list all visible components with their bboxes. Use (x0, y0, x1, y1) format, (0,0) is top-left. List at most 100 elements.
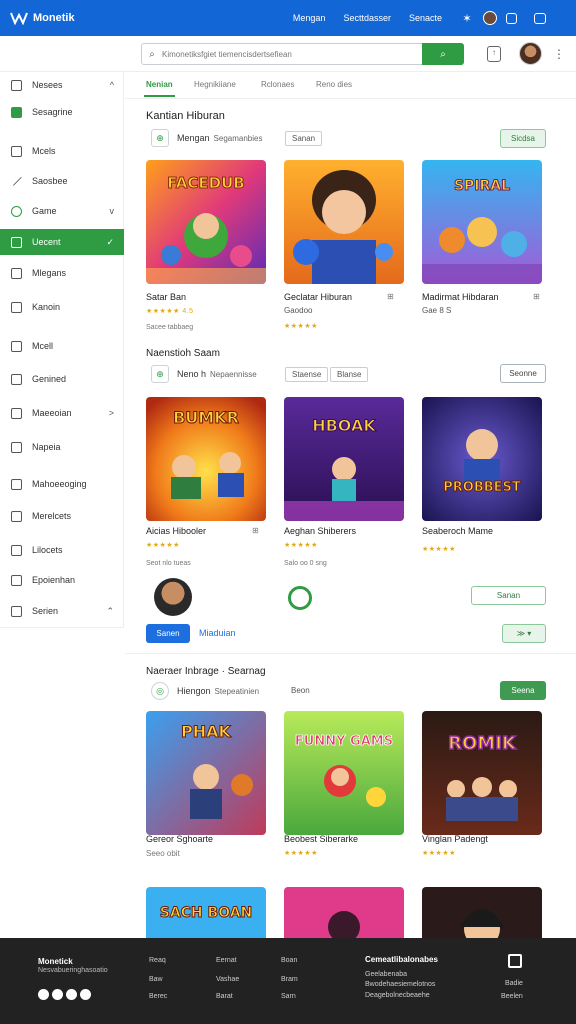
sidebar-item-14[interactable]: Merelcets (0, 503, 124, 529)
bookmark-icon[interactable]: ⊞ (387, 292, 394, 301)
footer-link[interactable]: Reaq (149, 957, 166, 964)
game-title[interactable]: Madirmat Hibdaran (422, 292, 499, 302)
creator-logo-icon[interactable] (288, 586, 312, 610)
game-card-image[interactable] (422, 887, 542, 938)
footer-link[interactable]: Bram (281, 976, 298, 983)
sidebar-item-11[interactable]: Maeeoian > (0, 400, 124, 426)
sidebar-item-game[interactable]: Game v (0, 198, 124, 224)
game-card-image[interactable] (284, 887, 404, 938)
game-card-image[interactable]: HBOAK (284, 397, 404, 521)
tab-4[interactable]: Reno dies (316, 80, 352, 89)
filter-chip[interactable]: Sanan (285, 131, 323, 146)
more-vertical-icon[interactable]: ⋮ (553, 47, 565, 61)
tab-2[interactable]: Hegnikiiane (194, 80, 236, 89)
expand-button[interactable]: ≫ ▾ (502, 624, 546, 643)
upload-icon[interactable]: ↑ (487, 46, 501, 62)
section-sub-label: Neno h (177, 369, 207, 379)
sidebar-item-12[interactable]: Napeia (0, 434, 124, 460)
game-card-image[interactable]: BUMKR (146, 397, 266, 521)
sidebar-item-9[interactable]: Mcell (0, 333, 124, 359)
game-card-image[interactable] (284, 160, 404, 284)
pencil-icon (12, 176, 22, 186)
footer-brand: Monetick (38, 957, 73, 966)
sidebar-item-13[interactable]: Mahoeeoging (0, 471, 124, 497)
game-title[interactable]: Geclatar Hiburan (284, 292, 352, 302)
game-card-image[interactable]: FACEDUB (146, 160, 266, 284)
social-icon[interactable] (80, 989, 91, 1000)
tab-1[interactable]: Nenian (144, 80, 175, 97)
logo-text: Monetik (33, 12, 75, 24)
game-card-image[interactable]: PROBBEST (422, 397, 542, 521)
footer-link[interactable]: Boan (281, 957, 297, 964)
search-box[interactable]: ⌕ Kimonetiksfgiet tiemencisdertsefiean ⌕ (141, 43, 464, 65)
footer-link[interactable]: Berec (149, 993, 167, 1000)
top-nav-item-2[interactable]: Secttdasser (343, 13, 391, 23)
logo[interactable]: Monetik (10, 11, 88, 25)
footer-link[interactable]: Barat (216, 993, 233, 1000)
sidebar-item-1[interactable]: Nesees ^ (0, 72, 124, 98)
sidebar-item-10[interactable]: Genined (0, 366, 124, 392)
game-subtitle: Gae 8 S (422, 306, 452, 315)
avatar[interactable] (519, 42, 542, 65)
footer-link[interactable]: Sarn (281, 993, 296, 1000)
sidebar-item-7[interactable]: Mlegans (0, 260, 124, 286)
sidebar-item-16[interactable]: Epoienhan (0, 567, 124, 593)
primary-action-button[interactable]: Sanen (146, 624, 190, 643)
window-icon[interactable] (534, 12, 546, 24)
sidebar-item-active[interactable]: Uecent ✓ (0, 229, 124, 255)
sidebar-item-label: Saosbee (32, 176, 68, 186)
sidebar-item-15[interactable]: Lilocets (0, 537, 124, 563)
calendar-icon[interactable] (506, 12, 517, 24)
section-action-button[interactable]: Seonne (500, 364, 546, 383)
sidebar-item-label: Game (32, 206, 57, 216)
game-title[interactable]: Aicias Hibooler (146, 526, 206, 536)
sidebar-item-8[interactable]: Kanoin (0, 294, 124, 320)
game-card-image[interactable]: SPIRAL (422, 160, 542, 284)
filter-chip[interactable]: Blanse (330, 367, 369, 382)
top-nav-item-1[interactable]: Mengan (293, 13, 326, 23)
filter-chip[interactable]: Staense (285, 367, 329, 382)
social-icon[interactable] (52, 989, 63, 1000)
social-icon[interactable] (38, 989, 49, 1000)
game-cover-7: PHAK (146, 711, 266, 835)
game-card-image[interactable]: SACH BOAN (146, 887, 266, 938)
footer-link[interactable]: Vashae (216, 976, 239, 983)
box-icon (11, 510, 22, 522)
qr-icon[interactable] (508, 954, 522, 968)
footer-link[interactable]: Baw (149, 976, 163, 983)
sidebar-item-17[interactable]: Serien ⌃ (0, 598, 124, 624)
section-action-button[interactable]: Seena (500, 681, 546, 700)
game-title[interactable]: Aeghan Shiberers (284, 526, 356, 536)
sidebar-item-2[interactable]: Sesagrine (0, 99, 124, 125)
social-icon[interactable] (66, 989, 77, 1000)
bookmark-icon[interactable]: ⊞ (252, 526, 259, 535)
game-title[interactable]: Satar Ban (146, 292, 186, 302)
search-input[interactable]: Kimonetiksfgiet tiemencisdertsefiean (162, 50, 463, 59)
star-person-icon[interactable]: ✶ (460, 11, 474, 25)
game-card-image[interactable]: FUNNY GAMS (284, 711, 404, 835)
chevron-up-icon: ⌃ (106, 605, 114, 616)
game-card-image[interactable]: ROMIK (422, 711, 542, 835)
game-title[interactable]: Gereor Sghoarte (146, 834, 213, 844)
profile-avatar-icon[interactable] (483, 11, 497, 25)
secondary-link[interactable]: Miaduian (199, 628, 236, 638)
outline-action-button[interactable]: Sanan (471, 586, 546, 605)
list-icon (11, 267, 22, 279)
creator-avatar[interactable] (154, 578, 192, 616)
game-title[interactable]: Seaberoch Mame (422, 526, 493, 536)
footer-link[interactable]: Eernat (216, 957, 237, 964)
bookmark-icon[interactable]: ⊞ (533, 292, 540, 301)
game-title[interactable]: Vinglan Padengt (422, 834, 488, 844)
list-icon (11, 441, 22, 453)
game-meta: Seeo obit (146, 849, 180, 858)
search-button[interactable]: ⌕ (422, 43, 464, 65)
sidebar-item-4[interactable]: Saosbee (0, 168, 124, 194)
tab-3[interactable]: Rclonaes (261, 80, 294, 89)
top-nav-item-3[interactable]: Senacte (409, 13, 442, 23)
sidebar-item-3[interactable]: Mcels (0, 138, 124, 164)
sidebar-item-label: Mcell (32, 341, 54, 351)
game-card-image[interactable]: PHAK (146, 711, 266, 835)
section-action-button[interactable]: Sicdsa (500, 129, 546, 148)
game-title[interactable]: Beobest Siberarke (284, 834, 358, 844)
filter-chip[interactable]: Beon (285, 684, 316, 699)
